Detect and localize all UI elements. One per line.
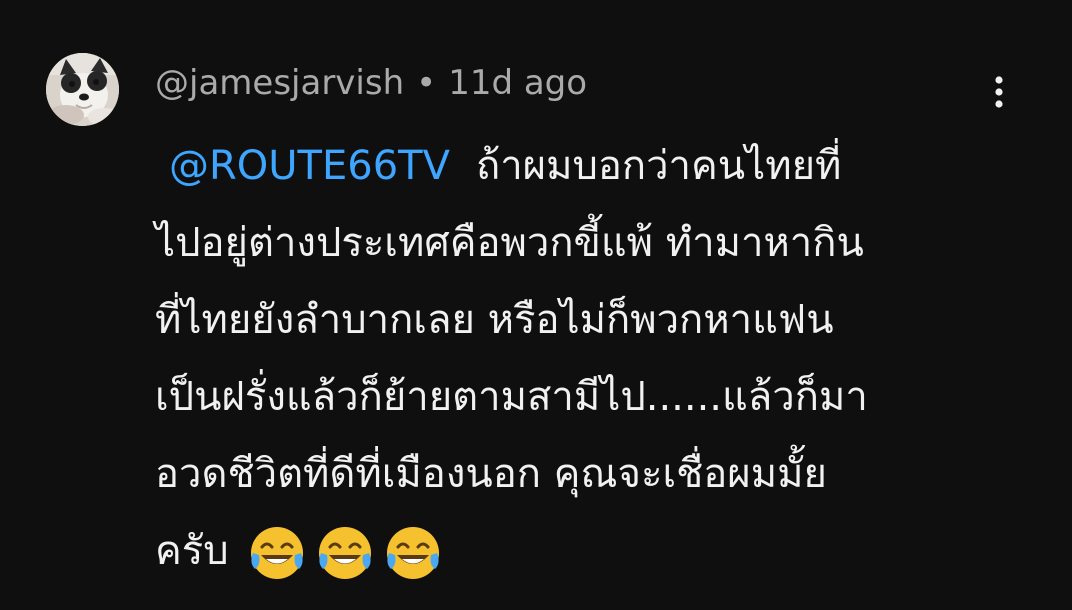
meta-separator: • [416,63,437,103]
comment-line: ที่ไทยยังลำบากเลย หรือไม่ก็พวกหาแฟน [155,297,834,343]
mention-link[interactable]: @ROUTE66TV [169,143,450,189]
emoji-group [247,523,443,583]
comment-header: @jamesjarvish • 11d ago [155,60,587,106]
comment-thread-item: @jamesjarvish • 11d ago @ROUTE66TV ถ้าผมบ… [0,0,1072,610]
three-dots-vertical-icon [995,76,1003,108]
author-avatar[interactable] [46,53,119,126]
more-actions-button[interactable] [982,70,1016,114]
face-with-tears-of-joy-icon [386,527,439,579]
comment-line-text: ถ้าผมบอกว่าคนไทยที่ [475,143,842,189]
comment-line: @ROUTE66TV ถ้าผมบอกว่าคนไทยที่ [155,128,1035,205]
comment-line: อวดชีวิตที่ดีที่เมืองนอก คุณจะเชื่อผมมั้… [155,451,827,497]
comment-line: เป็นฝรั่งแล้วก็ย้ายตามสามีไป......แล้วก็… [155,374,868,420]
comment-text: @ROUTE66TV ถ้าผมบอกว่าคนไทยที่ ไปอยู่ต่าง… [155,128,1035,590]
face-with-tears-of-joy-icon [318,527,371,579]
comment-line: ไปอยู่ต่างประเทศคือพวกขี้แพ้ ทำมาหากิน [155,220,864,266]
comment-line-text: ครับ [155,528,229,574]
author-name[interactable]: @jamesjarvish [155,63,404,103]
published-time[interactable]: 11d ago [448,63,587,103]
face-with-tears-of-joy-icon [250,527,303,579]
dog-avatar-icon [46,53,119,126]
comment-line: ครับ [155,513,1035,590]
